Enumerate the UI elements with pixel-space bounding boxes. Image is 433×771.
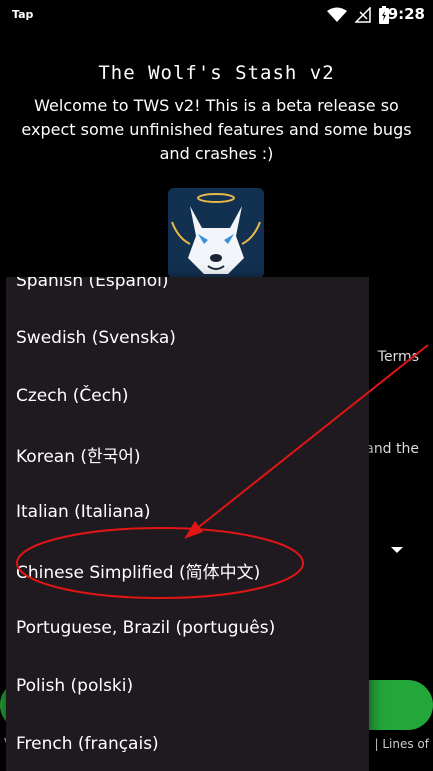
signal-icon <box>355 7 371 23</box>
language-option-italian[interactable]: Italian (Italiana) <box>6 483 369 541</box>
wolf-logo <box>168 188 264 278</box>
language-option-swedish[interactable]: Swedish (Svenska) <box>6 309 369 367</box>
language-option-czech[interactable]: Czech (Čech) <box>6 367 369 425</box>
language-option-chinese-simplified[interactable]: Chinese Simplified (简体中文) <box>6 541 369 599</box>
terms-text-fragment: Terms <box>377 349 419 365</box>
language-option-french[interactable]: French (français) <box>6 715 369 771</box>
status-time: 9:28 <box>387 5 425 23</box>
footer-text-right: | Lines of <box>374 737 430 751</box>
welcome-message: Welcome to TWS v2! This is a beta releas… <box>21 96 412 163</box>
dropdown-arrow-icon[interactable] <box>391 547 403 553</box>
app-title: The Wolf's Stash v2 <box>98 62 335 84</box>
status-icons <box>327 5 389 25</box>
language-option-spanish[interactable]: Spanish (Español) <box>6 277 369 310</box>
status-bar: Tap 9:28 <box>0 0 433 30</box>
terms-text-fragment-2: and the <box>365 441 419 457</box>
status-notification-label: Tap <box>12 8 34 21</box>
language-option-polish[interactable]: Polish (polski) <box>6 657 369 715</box>
wifi-icon <box>327 7 347 22</box>
language-option-portuguese-brazil[interactable]: Portuguese, Brazil (português) <box>6 599 369 657</box>
language-menu[interactable]: Spanish (Español) Swedish (Svenska) Czec… <box>6 277 369 771</box>
language-option-korean[interactable]: Korean (한국어) <box>6 425 369 483</box>
